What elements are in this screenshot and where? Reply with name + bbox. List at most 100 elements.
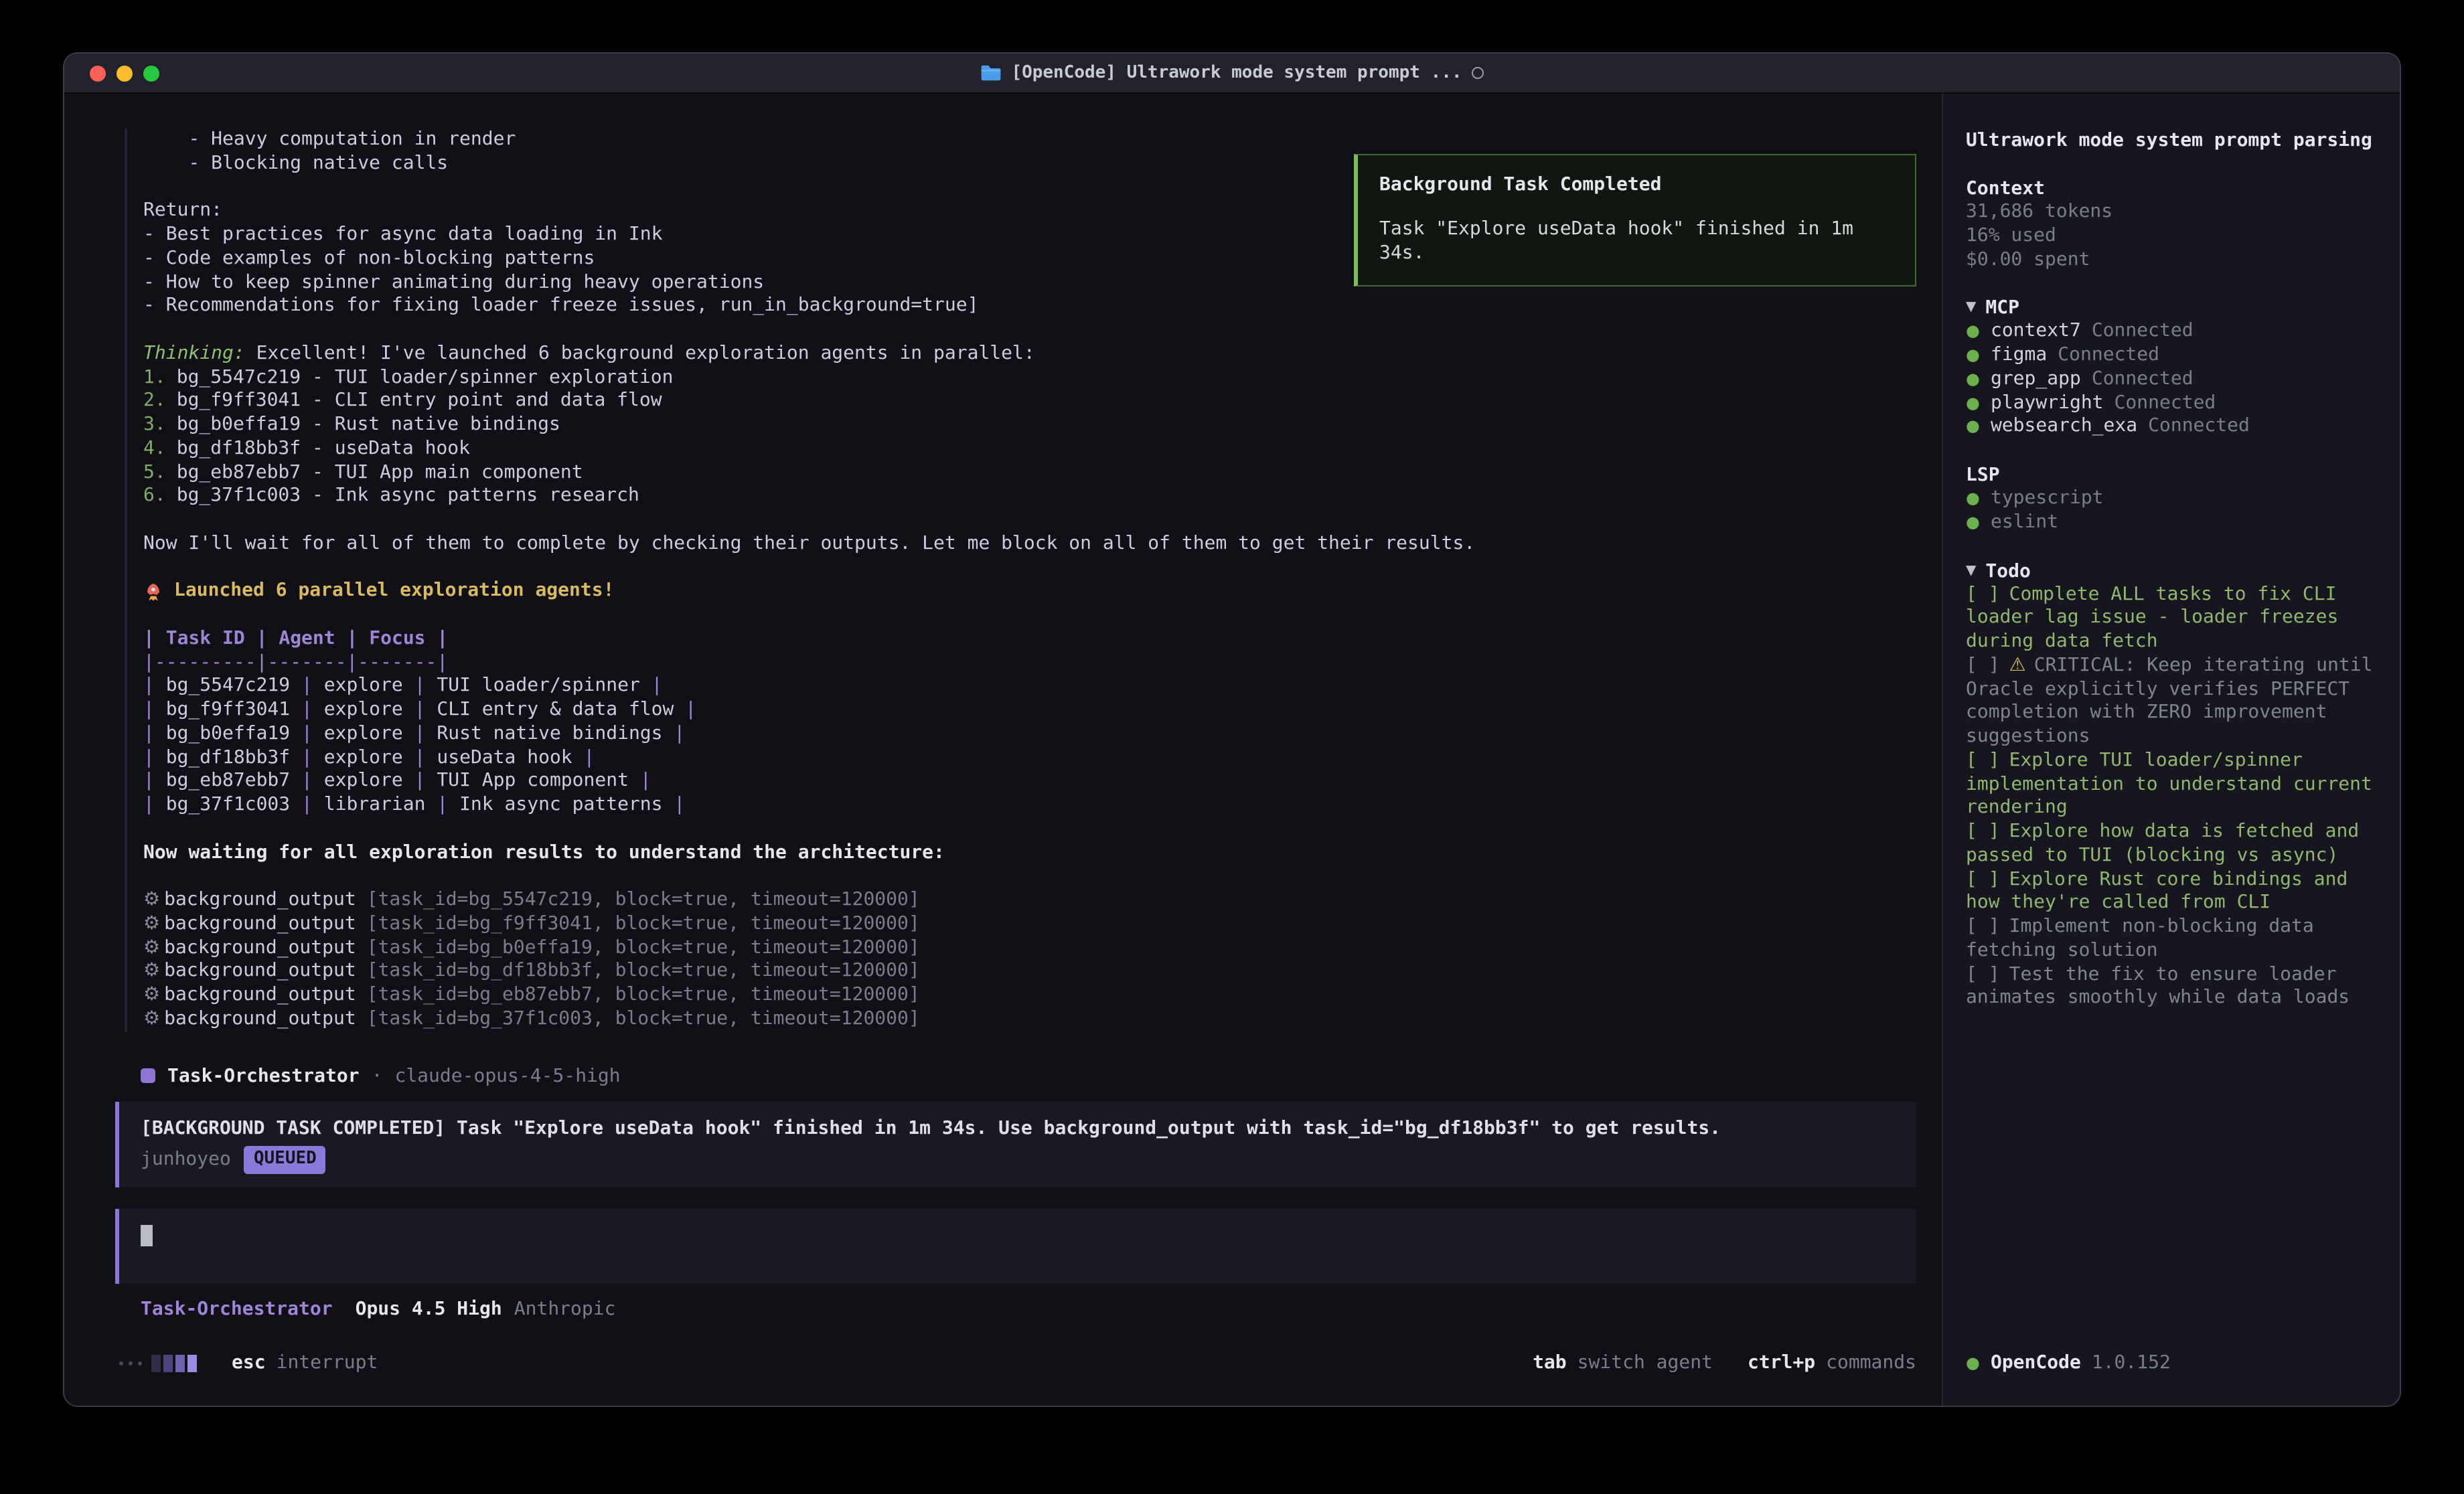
waiting-heading: Now waiting for all exploration results …: [143, 841, 1916, 865]
terminal-main: Background Task Completed Task "Explore …: [64, 94, 1942, 1406]
text-cursor: [141, 1224, 153, 1246]
todo-text: Test the fix to ensure loader animates s…: [1966, 963, 2350, 1009]
todo-text: CRITICAL: Keep iterating until Oracle ex…: [1966, 655, 2384, 748]
mcp-status: Connected: [2092, 321, 2193, 345]
list-text: bg_b0effa19 - Rust native bindings: [177, 414, 560, 435]
sidebar: Ultrawork mode system prompt parsing Con…: [1942, 94, 2400, 1406]
mcp-status: Connected: [2058, 344, 2159, 368]
list-text: bg_37f1c003 - Ink async patterns researc…: [177, 485, 639, 507]
table-row: | bg_df18bb3f | explore | useData hook |: [143, 746, 1916, 770]
list-number: 3.: [143, 414, 166, 435]
tool-name: background_output: [164, 913, 356, 934]
thinking-line: Thinking: Excellent! I've launched 6 bac…: [143, 343, 1916, 367]
todo-item: [ ]Implement non-blocking data fetching …: [1966, 916, 2377, 963]
folder-icon: [980, 64, 1002, 82]
todo-item: [ ]Explore Rust core bindings and how th…: [1966, 868, 2377, 916]
mcp-name: figma: [1991, 344, 2047, 368]
table-cell-task-id: bg_df18bb3f: [166, 746, 290, 768]
input-agent-name[interactable]: Task-Orchestrator: [141, 1297, 333, 1321]
table-cell-focus: Ink async patterns: [459, 794, 662, 815]
mcp-status: Connected: [2114, 392, 2216, 416]
tool-name: background_output: [164, 961, 356, 982]
table-cell-focus: useData hook: [437, 746, 572, 768]
table-cell-focus: TUI loader/spinner: [437, 675, 639, 697]
agent-list-item: 1.bg_5547c219 - TUI loader/spinner explo…: [143, 366, 1916, 390]
mcp-name: websearch_exa: [1991, 416, 2137, 440]
desktop: [OpenCode] Ultrawork mode system prompt …: [0, 0, 2464, 1494]
table-cell-agent: explore: [324, 699, 403, 720]
tool-call-line: ⚙background_output[task_id=bg_b0effa19, …: [143, 936, 1916, 961]
terminal-line: - Heavy computation in render: [143, 129, 1916, 153]
completed-banner-text: [BACKGROUND TASK COMPLETED] Task "Explor…: [141, 1116, 1898, 1140]
prompt-input[interactable]: [115, 1208, 1916, 1283]
agent-list-item: 5.bg_eb87ebb7 - TUI App main component: [143, 461, 1916, 485]
status-dot-icon: ●: [1966, 344, 1980, 368]
tool-args: [task_id=bg_f9ff3041, block=true, timeou…: [367, 913, 920, 934]
mcp-status: Connected: [2148, 416, 2250, 440]
minimize-button[interactable]: [117, 65, 133, 81]
tool-name: background_output: [164, 889, 356, 910]
thinking-label: Thinking:: [143, 343, 245, 364]
tool-call-line: ⚙background_output [task_id=bg_f9ff3041, …: [143, 913, 1916, 937]
mcp-list: ●context7Connected●figmaConnected●grep_a…: [1966, 321, 2377, 440]
context-heading: Context: [1966, 177, 2377, 201]
input-model-name[interactable]: Opus 4.5 High: [356, 1297, 502, 1321]
gear-icon: ⚙: [143, 913, 160, 934]
launched-text: Launched 6 parallel exploration agents!: [174, 580, 614, 604]
list-number: 4.: [143, 438, 166, 459]
lsp-section: LSP ●typescript●eslint: [1966, 463, 2377, 535]
esc-key: esc: [232, 1352, 266, 1374]
warning-icon: ⚠: [2009, 655, 2026, 676]
statusbar-right: tab switch agent ctrl+p commands: [1533, 1352, 1916, 1374]
status-dot-icon: ●: [1966, 1353, 1980, 1372]
context-section: Context 31,686 tokens16% used$0.00 spent: [1966, 177, 2377, 272]
todo-text: Explore TUI loader/spinner implementatio…: [1966, 750, 2384, 819]
tool-name: background_output: [164, 936, 356, 958]
list-number: 6.: [143, 485, 166, 507]
lsp-list: ●typescript●eslint: [1966, 487, 2377, 535]
list-text: bg_df18bb3f - useData hook: [177, 438, 470, 459]
todo-heading[interactable]: ▼Todo: [1966, 559, 2377, 583]
notification-title: Background Task Completed: [1379, 173, 1894, 197]
mcp-name: context7: [1991, 321, 2081, 345]
esc-hint: esc interrupt: [232, 1352, 378, 1374]
checkbox-icon: [ ]: [1966, 821, 2000, 842]
task-table: | bg_5547c219 | explore | TUI loader/spi…: [143, 675, 1916, 818]
tool-call-list: ⚙background_output[task_id=bg_5547c219, …: [143, 889, 1916, 1031]
list-number: 2.: [143, 390, 166, 412]
todo-item: [ ]Explore TUI loader/spinner implementa…: [1966, 750, 2377, 821]
context-stats: 31,686 tokens16% used$0.00 spent: [1966, 201, 2377, 272]
table-header-cell: Focus: [369, 628, 425, 649]
checkbox-icon: [ ]: [1966, 583, 2000, 604]
status-dot-icon: ●: [1966, 487, 1980, 511]
lsp-item: ●typescript: [1966, 487, 2377, 511]
tool-args: [task_id=bg_b0effa19, block=true, timeou…: [367, 936, 920, 958]
close-button[interactable]: [90, 65, 106, 81]
mcp-item: ● context7 Connected: [1966, 321, 2377, 345]
table-separator-row: |---------|-------|-------|: [143, 651, 1916, 675]
todo-item: [ ]Complete ALL tasks to fix CLI loader …: [1966, 583, 2377, 655]
table-cell-agent: explore: [324, 675, 403, 697]
status-dot-icon: ●: [1966, 321, 1980, 345]
table-header-cell: Task ID: [166, 628, 245, 649]
mcp-name: playwright: [1991, 392, 2104, 416]
checkbox-icon: [ ]: [1966, 963, 2000, 985]
mcp-heading-label: MCP: [1985, 297, 2019, 321]
table-cell-task-id: bg_eb87ebb7: [166, 770, 290, 792]
orchestrator-line: Task-Orchestrator · claude-opus-4-5-high: [141, 1064, 1916, 1088]
spinner-dots-icon: [119, 1361, 142, 1365]
background-completed-banner: [BACKGROUND TASK COMPLETED] Task "Explor…: [115, 1101, 1916, 1187]
titlebar[interactable]: [OpenCode] Ultrawork mode system prompt …: [64, 54, 2400, 94]
context-stat-line: $0.00 spent: [1966, 248, 2377, 272]
table-cell-task-id: bg_b0effa19: [166, 723, 290, 744]
list-number: 5.: [143, 461, 166, 483]
todo-text: Explore Rust core bindings and how they'…: [1966, 868, 2359, 914]
commands-hint: ctrl+p commands: [1748, 1352, 1916, 1374]
mcp-heading[interactable]: ▼MCP: [1966, 297, 2377, 321]
maximize-button[interactable]: [143, 65, 159, 81]
status-dot-icon: ●: [1966, 392, 1980, 416]
session-title: Ultrawork mode system prompt parsing: [1966, 129, 2377, 153]
window-title: [OpenCode] Ultrawork mode system prompt …: [1011, 63, 1462, 83]
rocket-icon: [143, 582, 163, 602]
chevron-down-icon: ▼: [1966, 559, 1976, 583]
